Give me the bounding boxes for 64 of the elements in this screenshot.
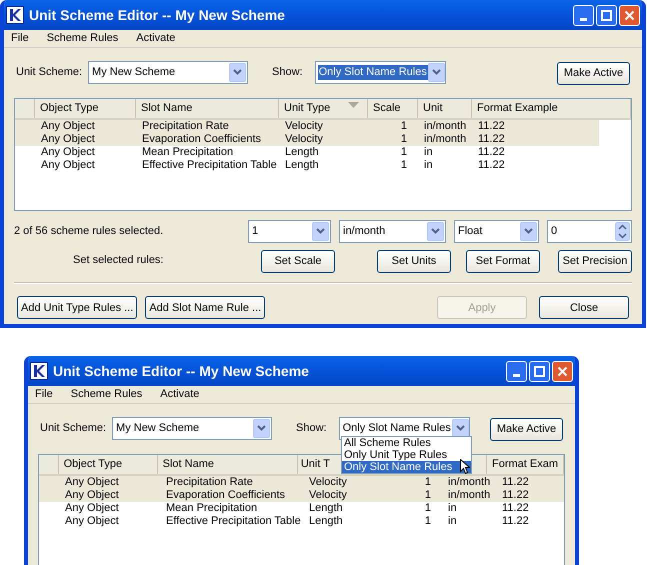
- table-cell-text: Any Object: [64, 476, 120, 489]
- table-cell-text: 11.22: [477, 120, 506, 133]
- table-cell-text: 1: [400, 132, 408, 146]
- table-cell-text: 1: [424, 476, 432, 489]
- table-cell-text: 1: [424, 514, 432, 528]
- table-cell-text: Precipitation Rate: [141, 120, 230, 133]
- field-label: Unit Scheme:: [16, 65, 82, 80]
- table-cell-text: Any Object: [40, 158, 96, 172]
- combo-value: My New Scheme: [115, 420, 200, 436]
- combo-value: My New Scheme: [91, 64, 176, 80]
- spinner-value: 0: [551, 224, 558, 239]
- table-cell-text: Velocity: [308, 488, 348, 502]
- table-cell-text: Length: [308, 502, 344, 515]
- combo-value: in/month: [342, 224, 386, 239]
- table-cell-text: 11.22: [501, 488, 530, 502]
- table-cell-text: Velocity: [284, 120, 324, 133]
- selection-status: 2 of 56 scheme rules selected.: [14, 224, 164, 239]
- table-cell-text: 11.22: [477, 146, 506, 159]
- field-label: Unit Scheme:: [40, 421, 106, 436]
- table-cell-text: Effective Precipitation Table: [141, 158, 278, 172]
- table-cell-text: in: [447, 502, 458, 515]
- table-cell-text: Velocity: [308, 476, 348, 489]
- table-cell-text: Mean Precipitation: [141, 146, 234, 159]
- table-cell-text: Effective Precipitation Table: [165, 514, 302, 528]
- table-cell-text: Any Object: [40, 132, 96, 146]
- table-cell-text: Any Object: [64, 514, 120, 528]
- table-cell-text: in: [447, 514, 458, 528]
- table-cell-text: in: [423, 146, 434, 159]
- field-label: Show:: [272, 65, 303, 80]
- table-cell-text: 1: [424, 502, 432, 515]
- table-cell-text: Any Object: [64, 488, 120, 502]
- table-cell-text: 11.22: [501, 476, 530, 489]
- table-cell-text: in/month: [447, 476, 492, 489]
- table-cell-text: 11.22: [501, 502, 530, 515]
- combo-value: Float: [457, 224, 484, 239]
- combo-value: 1: [251, 224, 260, 239]
- table-cell-text: Any Object: [40, 120, 96, 133]
- table-cell-text: Length: [308, 514, 344, 528]
- set-rules-label: Set selected rules:: [73, 252, 164, 268]
- table-cell-text: Length: [284, 158, 320, 172]
- window-title: Unit Scheme Editor -- My New Scheme: [29, 6, 286, 25]
- table-cell-text: Mean Precipitation: [165, 502, 258, 515]
- table-cell-text: Velocity: [284, 132, 324, 146]
- table-cell-text: in/month: [423, 132, 468, 146]
- table-cell-text: in/month: [447, 488, 492, 502]
- table-cell-text: Any Object: [64, 502, 120, 515]
- table-cell-text: 1: [400, 120, 408, 133]
- table-cell-text: in: [423, 158, 434, 172]
- table-cell-text: 11.22: [477, 132, 506, 146]
- combo-value: Only Slot Name Rules: [318, 64, 428, 80]
- table-cell-text: 11.22: [477, 158, 506, 172]
- table-cell-text: Evaporation Coefficients: [165, 488, 286, 502]
- table-cell-text: 1: [400, 158, 408, 172]
- combo-value: Only Slot Name Rules: [342, 420, 452, 436]
- table-cell-text: 11.22: [501, 514, 530, 528]
- table-cell-text: in/month: [423, 120, 468, 133]
- table-cell-text: Length: [284, 146, 320, 159]
- table-cell-text: 1: [400, 146, 408, 159]
- table-cell-text: Precipitation Rate: [165, 476, 254, 489]
- window-title: Unit Scheme Editor -- My New Scheme: [53, 362, 310, 381]
- table-cell-text: Any Object: [40, 146, 96, 159]
- field-label: Show:: [296, 421, 327, 436]
- table-cell-text: Evaporation Coefficients: [141, 132, 262, 146]
- table-cell-text: 1: [424, 488, 432, 502]
